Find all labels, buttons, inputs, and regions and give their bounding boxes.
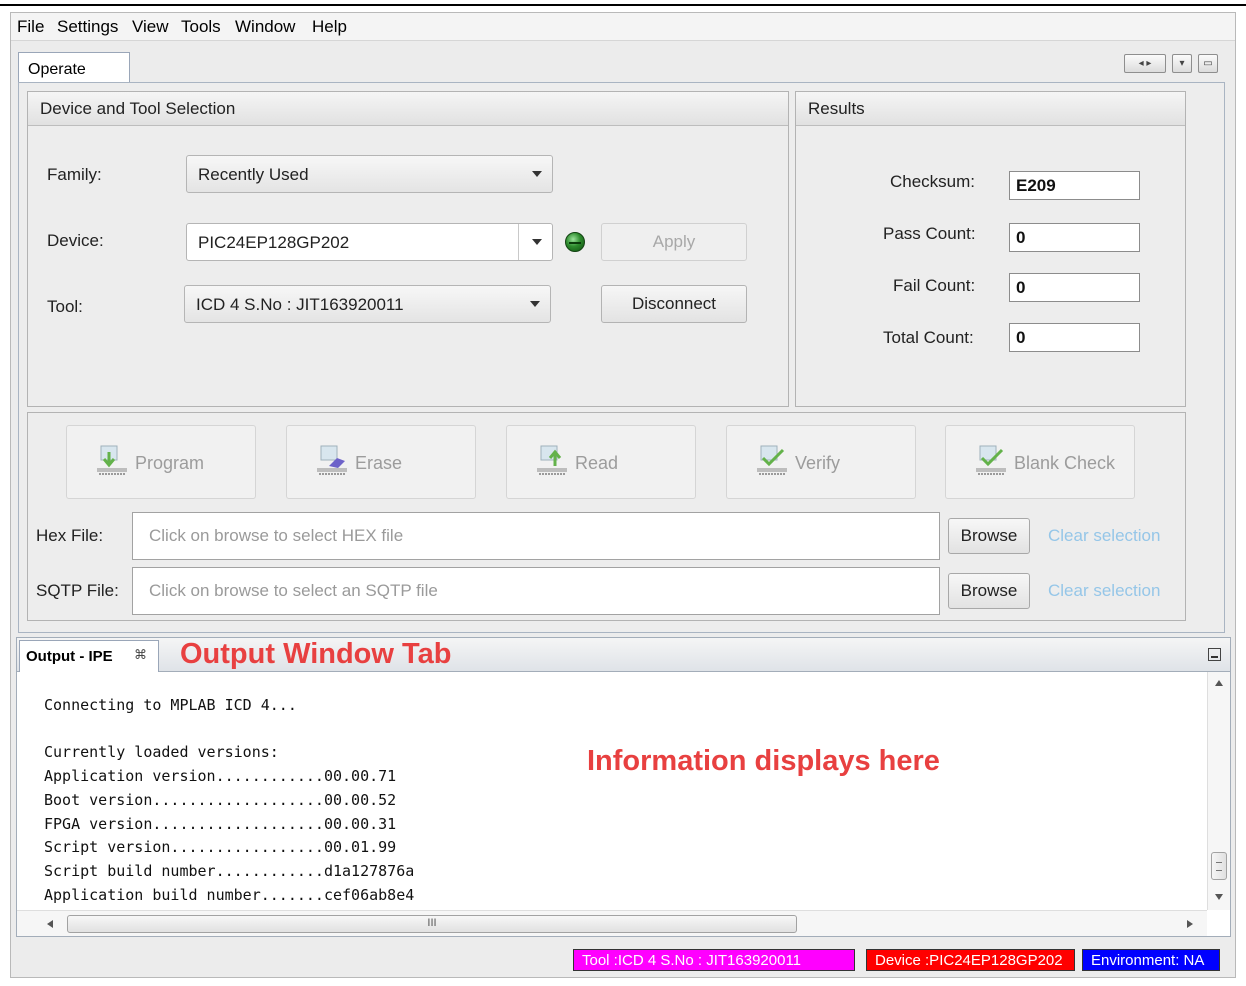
chip-check-icon xyxy=(757,445,787,475)
ipe-window: File Settings View Tools Window Help Ope… xyxy=(10,12,1236,978)
sqtp-clear-selection-link[interactable]: Clear selection xyxy=(1048,581,1160,601)
chevron-down-icon xyxy=(532,171,542,177)
operate-panel: Device and Tool Selection Family: Recent… xyxy=(18,82,1225,633)
fail-count-field: 0 xyxy=(1009,273,1140,302)
console-line: Currently loaded versions: xyxy=(44,743,279,761)
scroll-thumb[interactable] xyxy=(1211,852,1227,880)
status-badge-tool: Tool :ICD 4 S.No : JIT163920011 xyxy=(573,949,855,971)
program-button[interactable]: Program xyxy=(66,425,256,499)
output-window-tab-annotation: Output Window Tab xyxy=(180,638,452,670)
tool-select-value: ICD 4 S.No : JIT163920011 xyxy=(196,295,404,314)
device-tool-selection-group: Device and Tool Selection Family: Recent… xyxy=(27,91,789,407)
programming-actions-group: Program Erase Read Verify Blank Check He… xyxy=(27,412,1186,621)
close-icon[interactable]: ⌘ xyxy=(134,647,147,663)
hex-clear-selection-link[interactable]: Clear selection xyxy=(1048,526,1160,546)
console-line: Connecting to MPLAB ICD 4... xyxy=(44,696,297,714)
read-button[interactable]: Read xyxy=(506,425,696,499)
menu-window[interactable]: Window xyxy=(235,17,295,37)
fail-count-label: Fail Count: xyxy=(893,276,976,295)
scroll-right-icon[interactable] xyxy=(1187,920,1193,928)
read-button-label: Read xyxy=(575,453,619,473)
sqtp-file-input[interactable]: Click on browse to select an SQTP file xyxy=(132,567,940,615)
scroll-up-icon[interactable] xyxy=(1215,680,1223,686)
verify-button[interactable]: Verify xyxy=(726,425,916,499)
chip-check-icon xyxy=(976,445,1006,475)
chevron-down-icon xyxy=(532,239,542,245)
menu-view[interactable]: View xyxy=(132,17,169,37)
menu-help[interactable]: Help xyxy=(312,17,347,37)
hex-file-label: Hex File: xyxy=(36,526,104,545)
console-line: FPGA version...................00.00.31 xyxy=(44,815,397,833)
erase-button[interactable]: Erase xyxy=(286,425,476,499)
chip-download-icon xyxy=(97,445,127,475)
chip-upload-icon xyxy=(537,445,567,475)
checksum-field: E209 xyxy=(1009,171,1140,200)
total-count-field: 0 xyxy=(1009,323,1140,352)
sqtp-browse-button[interactable]: Browse xyxy=(948,573,1030,609)
device-tool-selection-heading: Device and Tool Selection xyxy=(28,92,788,126)
family-label: Family: xyxy=(47,165,102,184)
blank-check-button[interactable]: Blank Check xyxy=(945,425,1135,499)
program-button-label: Program xyxy=(135,453,205,473)
console-line: Script version.................00.01.99 xyxy=(44,838,397,856)
scroll-down-icon[interactable] xyxy=(1215,894,1223,900)
output-tab-label: Output - IPE xyxy=(26,648,113,665)
results-heading: Results xyxy=(796,92,1185,126)
minimize-window-icon[interactable]: ▭ xyxy=(1198,54,1218,73)
results-group: Results Checksum: E209 Pass Count: 0 Fai… xyxy=(795,91,1186,407)
horizontal-scrollbar[interactable]: III xyxy=(17,910,1207,936)
device-label: Device: xyxy=(47,231,104,250)
status-badge-environment: Environment: NA xyxy=(1082,949,1220,971)
sqtp-file-label: SQTP File: xyxy=(36,581,119,600)
main-tab-strip: Operate ◂ ▸ ▾ ▭ xyxy=(11,49,1235,83)
scroll-thumb-horizontal[interactable]: III xyxy=(67,915,797,933)
vertical-scrollbar[interactable] xyxy=(1207,672,1230,910)
console-line: Application version............00.00.71 xyxy=(44,767,397,785)
chip-erase-icon xyxy=(317,445,347,475)
tool-label: Tool: xyxy=(47,297,83,316)
device-select[interactable]: PIC24EP128GP202 xyxy=(186,223,553,261)
disconnect-button[interactable]: Disconnect xyxy=(601,285,747,323)
tab-list-dropdown-icon[interactable]: ▾ xyxy=(1172,54,1192,73)
status-badge-device: Device :PIC24EP128GP202 xyxy=(866,949,1075,971)
console-line: Application build number.......cef06ab8e… xyxy=(44,886,415,904)
chevron-down-icon xyxy=(530,301,540,307)
information-annotation: Information displays here xyxy=(587,745,940,777)
tool-select[interactable]: ICD 4 S.No : JIT163920011 xyxy=(184,285,551,323)
family-select-value: Recently Used xyxy=(198,165,309,184)
minimize-panel-icon[interactable] xyxy=(1208,648,1221,661)
output-panel-header: Output - IPE ⌘ Output Window Tab xyxy=(17,638,1230,672)
pass-count-field: 0 xyxy=(1009,223,1140,252)
scroll-left-icon[interactable] xyxy=(47,920,53,928)
pass-count-label: Pass Count: xyxy=(883,224,976,243)
output-console[interactable]: Connecting to MPLAB ICD 4... Currently l… xyxy=(17,672,1207,910)
console-line: Boot version...................00.00.52 xyxy=(44,791,397,809)
hex-file-input[interactable]: Click on browse to select HEX file xyxy=(132,512,940,560)
blank-check-button-label: Blank Check xyxy=(1014,453,1116,473)
combo-separator xyxy=(518,224,519,260)
document-top-rule xyxy=(0,4,1246,6)
erase-button-label: Erase xyxy=(355,453,403,473)
tab-scroll-arrows-icon[interactable]: ◂ ▸ xyxy=(1124,54,1166,73)
hex-browse-button[interactable]: Browse xyxy=(948,518,1030,554)
checksum-label: Checksum: xyxy=(890,172,976,191)
output-panel: Output - IPE ⌘ Output Window Tab Connect… xyxy=(16,637,1231,937)
status-bar: Tool :ICD 4 S.No : JIT163920011 Device :… xyxy=(11,943,1235,977)
tab-output-ipe[interactable]: Output - IPE ⌘ xyxy=(19,640,159,672)
tab-operate[interactable]: Operate xyxy=(18,52,130,83)
family-select[interactable]: Recently Used xyxy=(186,155,553,193)
status-led-icon xyxy=(565,232,585,252)
device-select-value: PIC24EP128GP202 xyxy=(198,233,350,252)
console-line: Script build number............d1a127876… xyxy=(44,862,415,880)
menu-settings[interactable]: Settings xyxy=(57,17,118,37)
menu-bar: File Settings View Tools Window Help xyxy=(11,13,1235,41)
apply-button[interactable]: Apply xyxy=(601,223,747,261)
menu-file[interactable]: File xyxy=(17,17,44,37)
total-count-label: Total Count: xyxy=(883,328,974,347)
menu-tools[interactable]: Tools xyxy=(181,17,221,37)
verify-button-label: Verify xyxy=(795,453,841,473)
